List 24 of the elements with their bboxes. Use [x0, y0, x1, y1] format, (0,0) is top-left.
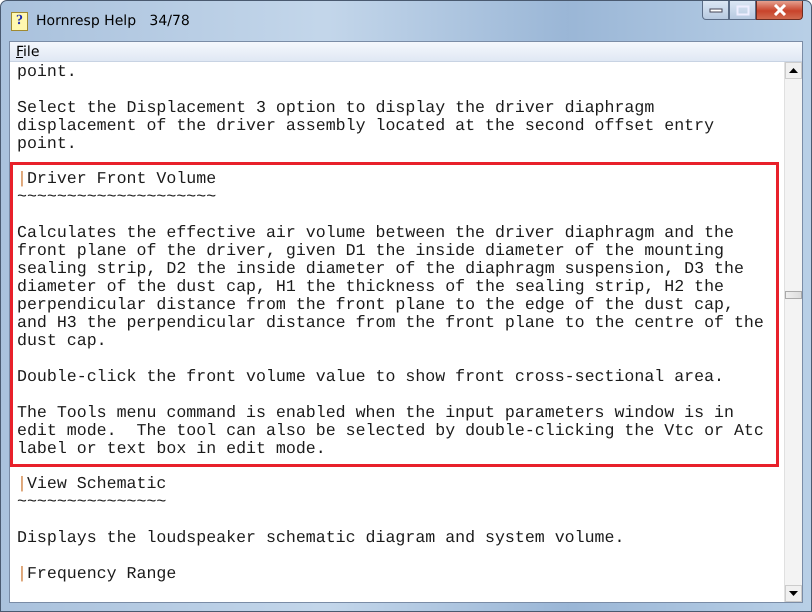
scrollbar[interactable]	[784, 62, 802, 602]
help-icon: ?	[11, 12, 28, 30]
topic-heading: |Frequency Range	[17, 565, 176, 583]
close-button[interactable]	[756, 1, 803, 20]
help-paragraph: Displays the loudspeaker schematic diagram and system volume.	[17, 529, 624, 547]
maximize-icon	[736, 4, 750, 16]
scroll-thumb[interactable]	[785, 291, 802, 299]
topic-heading: |View Schematic	[17, 475, 166, 493]
scroll-down-icon[interactable]	[785, 585, 802, 602]
minimize-button[interactable]	[702, 1, 729, 20]
scroll-up-icon[interactable]	[785, 62, 802, 79]
help-paragraph: Calculates the effective air volume between the driver diaphragm and the front plane of the driver, given D1 the inside diameter of the mounting sealing strip, D2 the inside diameter of the diaphragm suspension, D3 the diameter of the dust cap, H1 the thickness of the sealing strip, H2 the perpendicular distance from the front plane to the edge of the dust cap, and H3 the perpendicular distance from the front plane to the centre of the dust cap.	[17, 224, 764, 350]
help-paragraph: Double-click the front volume value to show front cross-sectional area.	[17, 368, 724, 386]
help-paragraph: Select the Displacement 3 option to display the driver diaphragm displacement of the driver assembly located at the second offset entry point.	[17, 99, 714, 153]
close-icon	[772, 4, 788, 16]
file-menu[interactable]: File	[16, 44, 40, 60]
minimize-icon	[708, 7, 722, 13]
tilde-underline: ~~~~~~~~~~~~~~~	[17, 493, 166, 511]
topic-heading: |Driver Front Volume	[17, 170, 216, 188]
help-paragraph: The Tools menu command is enabled when the input parameters window is in edit mode. The tool can also be selected by double-clicking the Vtc or Atc label or text box in edit mode.	[17, 404, 764, 458]
maximize-button[interactable]	[729, 1, 756, 20]
tilde-underline: ~~~~~~~~~~~~~~~~~~~~	[17, 188, 216, 206]
help-paragraph: point.	[17, 63, 77, 81]
window-title: Hornresp Help 34/78	[36, 13, 190, 29]
